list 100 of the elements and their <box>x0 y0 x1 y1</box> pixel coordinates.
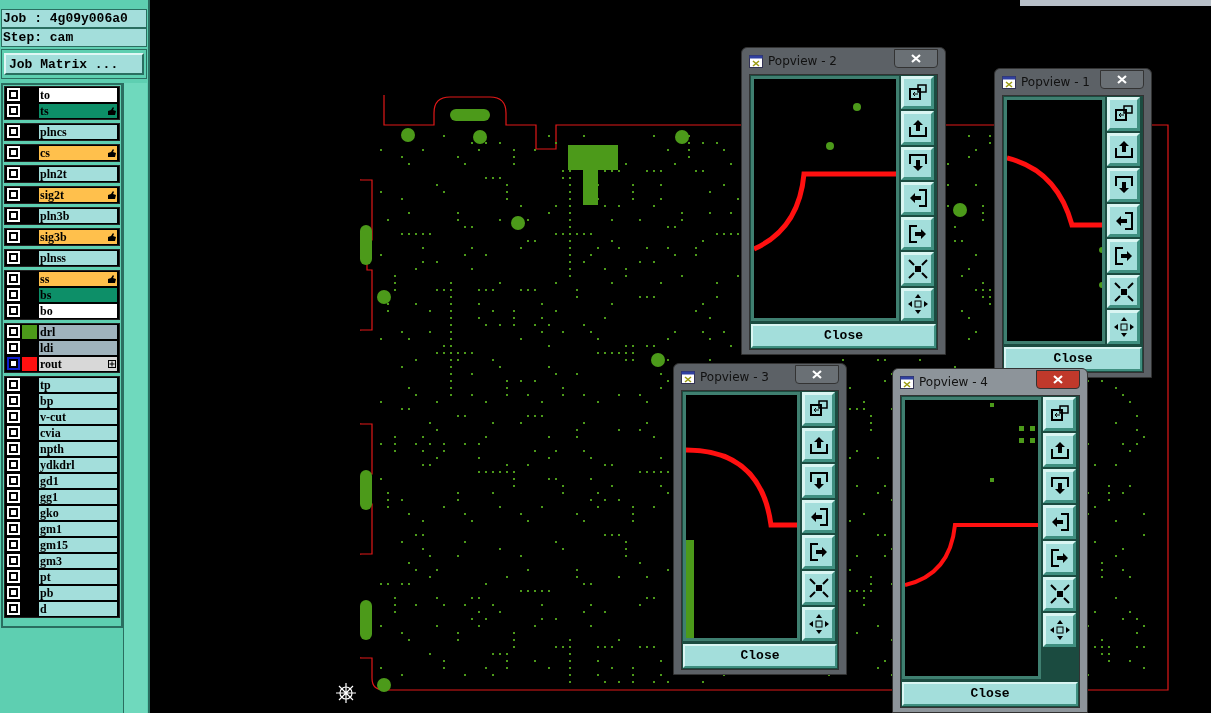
layer-name[interactable]: cvia <box>39 426 118 440</box>
layer-name[interactable]: ydkdrl <box>39 458 118 472</box>
close-button[interactable] <box>1036 369 1080 389</box>
layer-name[interactable]: gd1 <box>39 474 118 488</box>
layer-checkbox[interactable] <box>9 327 18 336</box>
layer-name[interactable]: pln2t <box>39 167 118 181</box>
close-button[interactable]: Close <box>683 644 837 668</box>
close-button[interactable]: Close <box>902 682 1078 706</box>
zoom-in-button[interactable] <box>901 252 934 286</box>
pan-down-button[interactable] <box>1043 469 1076 503</box>
layer-checkbox[interactable] <box>9 444 18 453</box>
pan-down-button[interactable] <box>1107 168 1140 202</box>
pan-left-button[interactable] <box>901 181 934 216</box>
layer-checkbox[interactable] <box>9 572 18 581</box>
layer-checkbox[interactable] <box>9 588 18 597</box>
layer-checkbox[interactable] <box>9 290 18 299</box>
window-icon <box>749 54 763 68</box>
restore-window-button[interactable] <box>901 76 934 110</box>
layer-name[interactable]: ss <box>39 272 118 286</box>
layer-checkbox[interactable] <box>9 380 18 389</box>
layer-checkbox[interactable] <box>9 476 18 485</box>
layer-checkbox[interactable] <box>9 412 18 421</box>
layer-checkbox[interactable] <box>9 428 18 437</box>
layer-name[interactable]: gg1 <box>39 490 118 504</box>
layer-checkbox[interactable] <box>9 524 18 533</box>
close-button[interactable] <box>1100 69 1144 89</box>
pan-left-button[interactable] <box>1043 505 1076 539</box>
layer-name[interactable]: ts <box>39 104 118 118</box>
zoom-in-button[interactable] <box>1107 274 1140 309</box>
pan-up-button[interactable] <box>1043 433 1076 467</box>
layer-name[interactable]: gm3 <box>39 554 118 568</box>
zoom-out-button[interactable] <box>1043 613 1076 647</box>
restore-window-button[interactable] <box>1107 97 1140 131</box>
pan-down-button[interactable] <box>802 463 835 498</box>
layer-checkbox[interactable] <box>9 106 18 115</box>
layer-name[interactable]: gko <box>39 506 118 520</box>
zoom-in-button[interactable] <box>1043 577 1076 611</box>
layer-name[interactable]: gm1 <box>39 522 118 536</box>
pan-up-button[interactable] <box>802 427 835 462</box>
plus-box-icon[interactable] <box>108 360 117 368</box>
layer-checkbox[interactable] <box>9 211 18 220</box>
close-button[interactable] <box>795 364 839 384</box>
layer-name[interactable]: d <box>39 602 118 616</box>
layer-name[interactable]: tp <box>39 378 118 392</box>
layer-name[interactable]: npth <box>39 442 118 456</box>
pan-right-button[interactable] <box>1107 239 1140 273</box>
restore-window-button[interactable] <box>802 392 835 426</box>
layer-checkbox[interactable] <box>9 556 18 565</box>
layer-name[interactable]: bp <box>39 394 118 408</box>
layer-checkbox[interactable] <box>9 343 18 352</box>
layer-name[interactable]: drl <box>39 325 118 339</box>
pan-right-button[interactable] <box>1043 541 1076 575</box>
zoom-out-button[interactable] <box>901 287 934 321</box>
layer-name[interactable]: pb <box>39 586 118 600</box>
zoom-out-button[interactable] <box>1107 310 1140 345</box>
layer-name[interactable]: ldi <box>39 341 118 355</box>
layer-checkbox[interactable] <box>9 148 18 157</box>
pan-down-button[interactable] <box>901 146 934 180</box>
layer-name[interactable]: bs <box>39 288 118 302</box>
layer-name[interactable]: pt <box>39 570 118 584</box>
layer-checkbox[interactable] <box>9 306 18 315</box>
layer-checkbox[interactable] <box>9 540 18 549</box>
layer-name[interactable]: rout <box>39 357 118 371</box>
layer-name[interactable]: plnss <box>39 251 118 265</box>
layer-name[interactable]: pln3b <box>39 209 118 223</box>
pan-right-button[interactable] <box>901 217 934 251</box>
layer-name[interactable]: to <box>39 88 118 102</box>
layer-checkbox[interactable] <box>9 274 18 283</box>
layer-checkbox[interactable] <box>9 232 18 241</box>
job-matrix-button[interactable]: Job Matrix ... <box>4 53 144 75</box>
arrows-inward-icon <box>807 577 830 600</box>
pan-up-button[interactable] <box>901 111 934 145</box>
layer-checkbox[interactable] <box>9 169 18 178</box>
pan-left-button[interactable] <box>1107 203 1140 238</box>
layer-checkbox[interactable] <box>9 90 18 99</box>
layer-name[interactable]: plncs <box>39 125 118 139</box>
layer-checkbox[interactable] <box>9 190 18 199</box>
layer-checkbox[interactable] <box>9 508 18 517</box>
zoom-in-button[interactable] <box>802 571 835 606</box>
pan-up-button[interactable] <box>1107 132 1140 167</box>
arrows-outward-icon <box>906 293 929 316</box>
layer-checkbox[interactable] <box>9 127 18 136</box>
close-button[interactable]: Close <box>1004 347 1142 371</box>
pan-left-button[interactable] <box>802 499 835 534</box>
layer-checkbox[interactable] <box>9 253 18 262</box>
pan-right-button[interactable] <box>802 535 835 570</box>
restore-window-button[interactable] <box>1043 397 1076 431</box>
layer-checkbox[interactable] <box>9 396 18 405</box>
layer-name[interactable]: bo <box>39 304 118 318</box>
layer-name[interactable]: v-cut <box>39 410 118 424</box>
layer-name[interactable]: sig2t <box>39 188 118 202</box>
layer-name[interactable]: sig3b <box>39 230 118 244</box>
layer-name[interactable]: gm15 <box>39 538 118 552</box>
layer-checkbox[interactable] <box>9 492 18 501</box>
layer-checkbox[interactable] <box>9 604 18 613</box>
layer-name[interactable]: cs <box>39 146 118 160</box>
close-button[interactable]: Close <box>751 324 936 348</box>
zoom-out-button[interactable] <box>802 607 835 641</box>
layer-checkbox[interactable] <box>9 460 18 469</box>
close-button[interactable] <box>894 48 938 68</box>
